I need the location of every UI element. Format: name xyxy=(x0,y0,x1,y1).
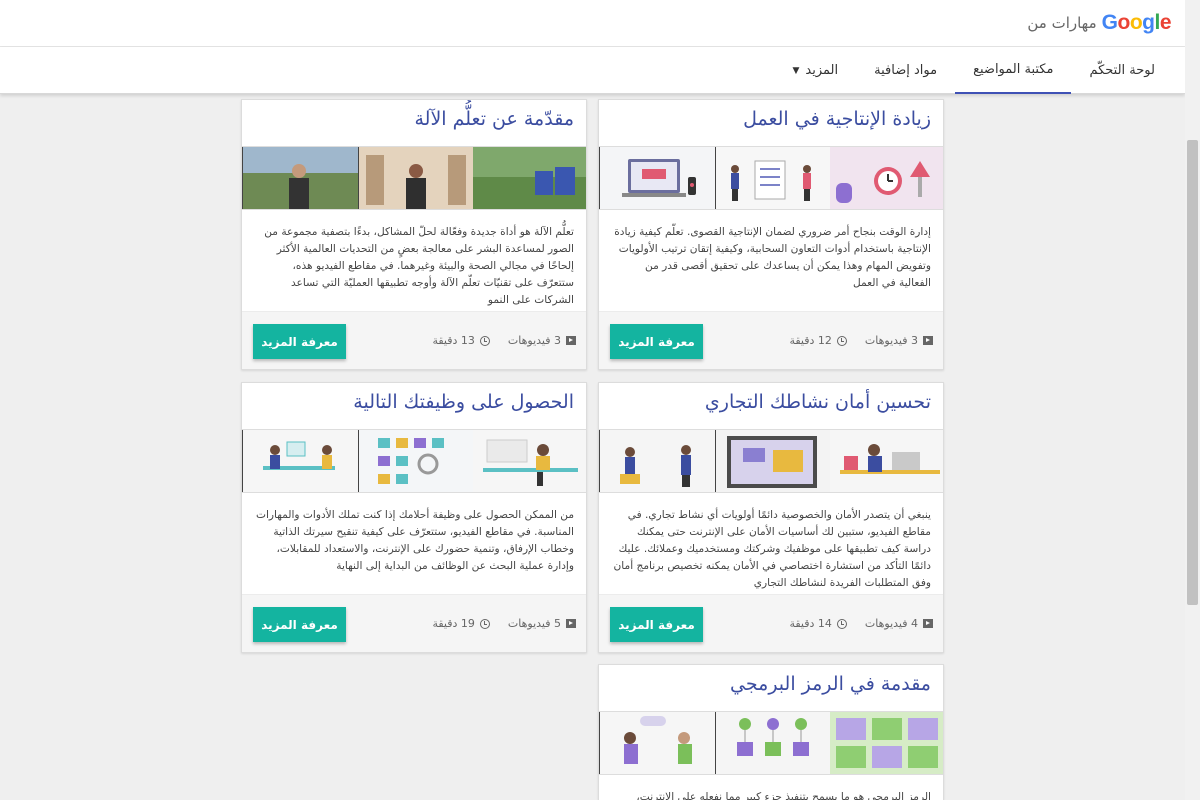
photo-man-outdoors xyxy=(242,147,358,209)
nav-bar: لوحة التحكّم مكتبة المواضيع مواد إضافية … xyxy=(0,47,1185,94)
clock-icon xyxy=(479,618,490,629)
job-search-illustration xyxy=(357,430,474,492)
clock-icon xyxy=(836,618,847,629)
video-icon xyxy=(923,619,933,628)
job-interview-illustration xyxy=(242,430,358,492)
tab-topic-library[interactable]: مكتبة المواضيع xyxy=(955,47,1072,94)
card-footer: 3 فيديوهات 13 دقيقة معرفة المزيد xyxy=(242,311,586,369)
security-people-illustration xyxy=(599,430,715,492)
card-description: إدارة الوقت بنجاح أمر ضروري لضمان الإنتا… xyxy=(614,226,931,289)
card-title[interactable]: مقدّمة عن تعلُّم الآلة xyxy=(254,108,574,130)
card-banner-image xyxy=(599,429,943,493)
duration: 19 دقيقة xyxy=(432,617,475,630)
google-logo: Google xyxy=(1101,11,1172,34)
security-screen-illustration xyxy=(714,430,831,492)
card-description: من الممكن الحصول على وظيفة أحلامك إذا كن… xyxy=(255,509,574,572)
photo-woman-hall xyxy=(357,147,474,209)
duration: 13 دقيقة xyxy=(432,334,475,347)
duration: 14 دقيقة xyxy=(789,617,832,630)
brand-label: مهارات من xyxy=(1027,14,1097,32)
card-footer: 4 فيديوهات 14 دقيقة معرفة المزيد xyxy=(599,594,943,652)
card-footer: 5 فيديوهات 19 دقيقة معرفة المزيد xyxy=(242,594,586,652)
card-description: الرمز البرمجي هو ما يسمح بتنفيذ جزء كبير… xyxy=(636,791,931,800)
duration: 12 دقيقة xyxy=(789,334,832,347)
clock-icon xyxy=(479,335,490,346)
tab-dashboard[interactable]: لوحة التحكّم xyxy=(1071,47,1173,94)
clock-icon xyxy=(836,335,847,346)
course-card-code: مقدمة في الرمز البرمجي الرمز البرمجي هو … xyxy=(598,664,944,800)
security-desk-illustration xyxy=(830,430,943,492)
card-title[interactable]: تحسين أمان نشاطك التجاري xyxy=(611,391,931,413)
code-blocks-illustration xyxy=(714,712,831,774)
course-card-machine-learning: مقدّمة عن تعلُّم الآلة تعلُّم الآلة هو أ… xyxy=(241,99,587,370)
caret-down-icon: ▼ xyxy=(792,65,800,76)
card-banner-image xyxy=(242,429,586,493)
video-count: 4 فيديوهات xyxy=(864,617,918,630)
card-meta: 4 فيديوهات 14 دقيقة xyxy=(789,617,933,630)
card-description: ينبغي أن يتصدر الأمان والخصوصية دائمًا أ… xyxy=(613,509,931,589)
code-people-illustration xyxy=(599,712,715,774)
card-banner-image xyxy=(599,146,943,210)
learn-more-button[interactable]: معرفة المزيد xyxy=(253,324,346,359)
photo-blue-chairs xyxy=(473,147,586,209)
video-icon xyxy=(566,619,576,628)
video-count: 3 فيديوهات xyxy=(864,334,918,347)
card-banner-image xyxy=(242,146,586,210)
tab-label: لوحة التحكّم xyxy=(1089,63,1155,78)
course-card-productivity: زيادة الإنتاجية في العمل إدارة الوقت بنج… xyxy=(598,99,944,370)
video-icon xyxy=(923,336,933,345)
card-title[interactable]: مقدمة في الرمز البرمجي xyxy=(611,673,931,695)
laptop-illustration xyxy=(599,147,715,209)
card-meta: 3 فيديوهات 13 دقيقة xyxy=(432,334,576,347)
code-grid-illustration xyxy=(830,712,943,774)
video-icon xyxy=(566,336,576,345)
tab-label: مواد إضافية xyxy=(874,63,938,78)
tab-label: مكتبة المواضيع xyxy=(973,62,1054,77)
tab-additional-materials[interactable]: مواد إضافية xyxy=(856,47,955,94)
tab-label: المزيد xyxy=(805,63,839,78)
video-count: 5 فيديوهات xyxy=(507,617,561,630)
learn-more-button[interactable]: معرفة المزيد xyxy=(253,607,346,642)
card-footer: 3 فيديوهات 12 دقيقة معرفة المزيد xyxy=(599,311,943,369)
learn-more-button[interactable]: معرفة المزيد xyxy=(610,607,703,642)
video-count: 3 فيديوهات xyxy=(507,334,561,347)
card-title[interactable]: زيادة الإنتاجية في العمل xyxy=(611,108,931,130)
card-title[interactable]: الحصول على وظيفتك التالية xyxy=(254,391,574,413)
people-illustration xyxy=(714,147,831,209)
card-description: تعلُّم الآلة هو أداة جديدة وفعّالة لحلّ … xyxy=(264,226,574,306)
top-bar: Google مهارات من xyxy=(0,0,1185,47)
course-card-security: تحسين أمان نشاطك التجاري ينبغي أن يتصدر … xyxy=(598,382,944,653)
job-desk-illustration xyxy=(473,430,586,492)
clock-illustration xyxy=(830,147,943,209)
learn-more-button[interactable]: معرفة المزيد xyxy=(610,324,703,359)
card-meta: 5 فيديوهات 19 دقيقة xyxy=(432,617,576,630)
course-card-job: الحصول على وظيفتك التالية من الممكن الحص… xyxy=(241,382,587,653)
card-meta: 3 فيديوهات 12 دقيقة xyxy=(789,334,933,347)
scrollbar-thumb[interactable] xyxy=(1187,140,1198,605)
vertical-scrollbar[interactable] xyxy=(1185,0,1200,800)
tab-more[interactable]: المزيد ▼ xyxy=(775,47,857,94)
card-banner-image xyxy=(599,711,943,775)
brand[interactable]: Google مهارات من xyxy=(1027,11,1171,35)
